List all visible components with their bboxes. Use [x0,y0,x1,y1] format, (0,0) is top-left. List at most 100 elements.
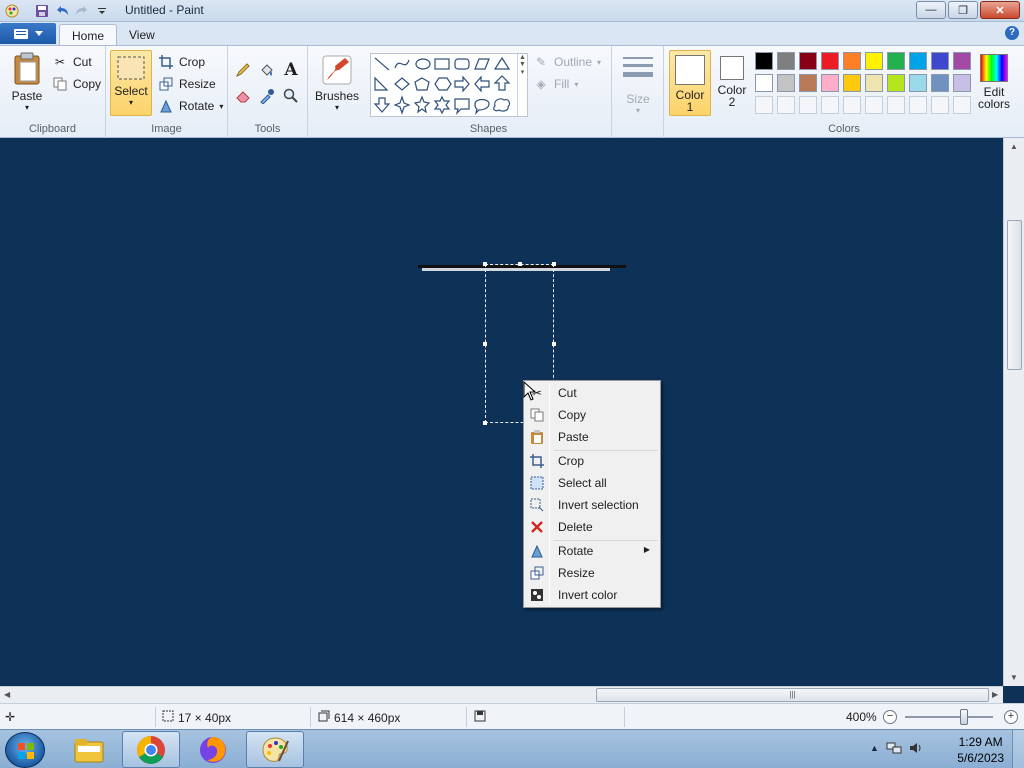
selection-handle[interactable] [552,342,556,346]
paint-menu-button[interactable] [0,23,56,44]
color-swatch[interactable] [821,52,839,70]
scroll-down-arrow[interactable]: ▼ [1010,673,1018,682]
size-button[interactable]: Size ▾ [618,54,658,115]
color2-button[interactable]: Color 2 [715,56,749,108]
volume-icon[interactable] [908,741,924,758]
scroll-left-arrow[interactable]: ◀ [4,690,10,699]
taskbar-firefox-button[interactable] [184,731,242,768]
customize-quick-access-icon[interactable] [94,3,110,19]
menu-item-rotate[interactable]: Rotate ▶ [526,541,658,561]
color-swatch[interactable] [909,96,927,114]
color-swatch[interactable] [865,96,883,114]
menu-item-paste[interactable]: Paste [526,427,658,447]
start-button[interactable] [5,732,45,768]
color-swatch[interactable] [777,74,795,92]
color-swatch[interactable] [777,52,795,70]
tab-home[interactable]: Home [59,24,118,46]
menu-item-invert-color[interactable]: Invert color [526,585,658,605]
color-swatch[interactable] [887,96,905,114]
clock[interactable]: 1:29 AM 5/6/2023 [957,734,1004,766]
color-swatch[interactable] [799,96,817,114]
horizontal-scroll-thumb[interactable]: ||| [596,688,989,702]
zoom-slider-track[interactable] [905,716,993,718]
color-swatch[interactable] [821,96,839,114]
color1-button[interactable]: Color 1 [669,50,711,116]
pencil-icon[interactable] [233,60,253,80]
fill-bucket-icon[interactable] [257,60,277,80]
color-swatch[interactable] [821,74,839,92]
scroll-up-arrow[interactable]: ▲ [1010,142,1018,151]
color-swatch[interactable] [755,96,773,114]
color-swatch[interactable] [931,96,949,114]
color-swatch[interactable] [953,52,971,70]
color-swatch[interactable] [887,52,905,70]
edit-colors-button[interactable]: Edit colors [974,54,1014,110]
taskbar-paint-button[interactable] [246,731,304,768]
menu-item-copy[interactable]: Copy [526,405,658,425]
color-swatch[interactable] [799,52,817,70]
color-swatch[interactable] [931,52,949,70]
horizontal-scrollbar[interactable]: ◀ ||| ▶ [0,686,1003,703]
selection-handle[interactable] [552,262,556,266]
color-swatch[interactable] [777,96,795,114]
color-swatch[interactable] [865,52,883,70]
select-button[interactable]: Select ▾ [110,50,152,116]
menu-item-delete[interactable]: Delete [526,517,658,537]
selection-handle[interactable] [483,421,487,425]
menu-item-invert-selection[interactable]: Invert selection [526,495,658,515]
zoom-in-button[interactable]: + [1004,710,1018,724]
magnifier-icon[interactable] [281,86,301,106]
minimize-button[interactable]: — [916,1,946,19]
crop-button[interactable]: Crop [158,52,205,72]
selection-handle[interactable] [483,262,487,266]
taskbar-chrome-button[interactable] [122,731,180,768]
eraser-icon[interactable] [233,86,253,106]
menu-item-select-all[interactable]: Select all [526,473,658,493]
color-swatch[interactable] [953,96,971,114]
zoom-out-button[interactable]: − [883,710,897,724]
vertical-scrollbar[interactable]: ▲ ▼ [1003,138,1024,686]
color-swatch[interactable] [755,52,773,70]
close-button[interactable]: ✕ [980,1,1020,19]
color-swatch[interactable] [799,74,817,92]
color-swatch[interactable] [931,74,949,92]
selection-handle[interactable] [518,262,522,266]
show-desktop-button[interactable] [1012,730,1024,768]
resize-button[interactable]: Resize [158,74,216,94]
brushes-button[interactable]: Brushes ▾ [314,54,360,112]
help-icon[interactable]: ? [1005,26,1019,40]
text-tool-icon[interactable]: A [281,60,301,80]
color-swatch[interactable] [843,96,861,114]
copy-button[interactable]: Copy [52,74,101,94]
paste-button[interactable]: Paste ▾ [8,52,46,112]
save-icon[interactable] [34,3,50,19]
color-swatch[interactable] [755,74,773,92]
undo-icon[interactable] [54,3,70,19]
color-swatch[interactable] [909,52,927,70]
selection-handle[interactable] [483,342,487,346]
show-hidden-icons-button[interactable]: ▲ [870,743,879,753]
menu-item-resize[interactable]: Resize [526,563,658,583]
fill-button[interactable]: ◈ Fill ▾ [533,74,578,94]
maximize-button[interactable]: ❐ [948,1,978,19]
tab-view[interactable]: View [117,24,167,46]
vertical-scroll-thumb[interactable] [1007,220,1022,370]
color-swatch[interactable] [843,52,861,70]
color-swatch[interactable] [843,74,861,92]
color-swatch[interactable] [887,74,905,92]
network-icon[interactable] [886,741,902,758]
outline-button[interactable]: ✎ Outline ▾ [533,52,601,72]
shapes-scroll[interactable]: ▲ ▼ ▾ [517,54,527,116]
scroll-right-arrow[interactable]: ▶ [992,690,998,699]
menu-item-crop[interactable]: Crop [526,451,658,471]
paint-app-icon[interactable] [4,3,20,19]
color-swatch[interactable] [953,74,971,92]
color-swatch[interactable] [909,74,927,92]
menu-item-cut[interactable]: ✂ Cut [526,383,658,403]
cut-button[interactable]: ✂ Cut [52,52,92,72]
redo-icon[interactable] [74,3,90,19]
zoom-slider-thumb[interactable] [960,709,968,725]
taskbar-explorer-button[interactable] [60,731,118,768]
rotate-button[interactable]: Rotate ▾ [158,96,223,116]
color-picker-icon[interactable] [257,86,277,106]
